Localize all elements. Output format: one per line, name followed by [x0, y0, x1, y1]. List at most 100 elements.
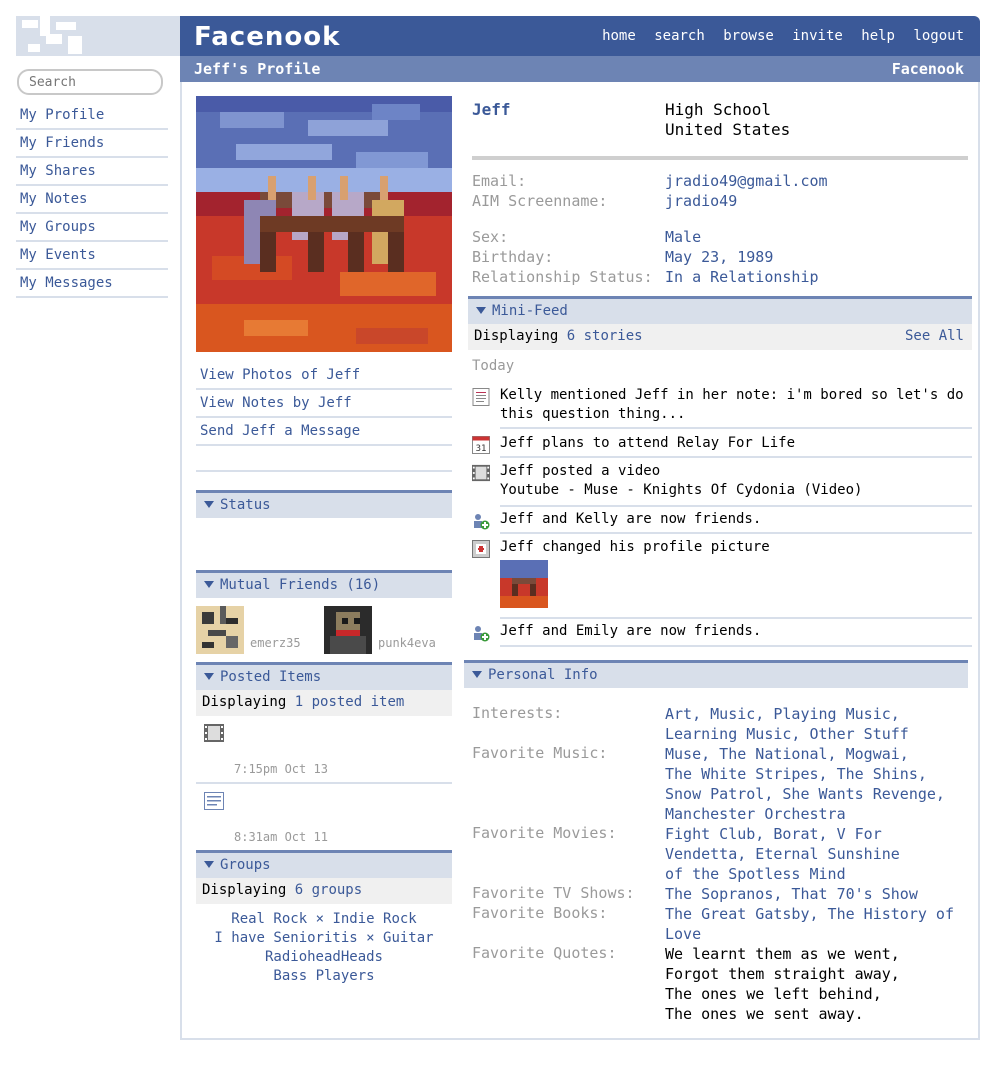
top-nav-invite[interactable]: invite	[792, 28, 843, 44]
divider	[500, 645, 972, 647]
minifeed-heading: Mini-Feed	[492, 303, 568, 319]
status-heading: Status	[220, 497, 271, 513]
email-link[interactable]: jradio49@gmail.com	[665, 172, 828, 190]
display-prefix: Displaying	[202, 882, 287, 898]
movies-line[interactable]: Fight Club, Borat, V For	[665, 824, 975, 844]
see-all-link[interactable]: See All	[905, 329, 964, 343]
group-link[interactable]: I have Senioritis	[214, 930, 357, 946]
feed-item-text: Jeff and Kelly are now friends.	[500, 511, 762, 527]
birthday-value[interactable]: May 23, 1989	[665, 248, 773, 266]
top-nav-logout[interactable]: logout	[913, 28, 964, 44]
status-box-header[interactable]: Status	[196, 490, 452, 518]
group-link[interactable]: Real Rock	[231, 911, 307, 927]
note-icon[interactable]	[204, 792, 224, 810]
music-line[interactable]: Snow Patrol, She Wants Revenge,	[665, 784, 975, 804]
divider	[500, 617, 972, 619]
friend-name[interactable]: emerz35	[250, 636, 301, 650]
movies-label: Favorite Movies:	[472, 824, 617, 842]
posted-items-header[interactable]: Posted Items	[196, 662, 452, 690]
books-label: Favorite Books:	[472, 904, 608, 922]
film-icon[interactable]	[204, 724, 224, 742]
minifeed-count-link[interactable]: 6 stories	[567, 328, 643, 344]
divider	[196, 782, 452, 784]
movies-line[interactable]: of the Spotless Mind	[665, 864, 975, 884]
groups-heading: Groups	[220, 857, 271, 873]
relationship-value[interactable]: In a Relationship	[665, 268, 819, 286]
profile-picture[interactable]	[196, 96, 452, 352]
avatar[interactable]	[324, 606, 372, 654]
aim-label: AIM Screenname:	[472, 192, 608, 210]
nav-my-notes[interactable]: My Notes	[16, 186, 168, 214]
music-line[interactable]: Manchester Orchestra	[665, 804, 975, 824]
sex-value[interactable]: Male	[665, 228, 701, 246]
quote-line: We learnt them as we went,	[665, 945, 900, 963]
posted-items-count: Displaying 1 posted item	[196, 690, 452, 716]
interests-value[interactable]: Art, Music, Playing Music, Learning Musi…	[665, 704, 975, 744]
aim-link[interactable]: jradio49	[665, 192, 737, 210]
nav-my-groups[interactable]: My Groups	[16, 214, 168, 242]
books-line[interactable]: The Great Gatsby, The History of	[665, 904, 975, 924]
nav-my-profile[interactable]: My Profile	[16, 102, 168, 130]
nav-my-shares[interactable]: My Shares	[16, 158, 168, 186]
group-link[interactable]: Bass Players	[273, 968, 374, 984]
view-notes-link[interactable]: View Notes by Jeff	[196, 390, 452, 418]
sex-label: Sex:	[472, 228, 509, 246]
top-nav-browse[interactable]: browse	[723, 28, 774, 44]
friend-name[interactable]: punk4eva	[378, 636, 436, 650]
groups-header[interactable]: Groups	[196, 850, 452, 878]
books-line[interactable]: Love	[665, 924, 975, 944]
film-icon	[472, 464, 490, 482]
feed-item-text: Jeff changed his profile picture	[500, 539, 770, 555]
tv-value[interactable]: The Sopranos, That 70's Show	[665, 884, 975, 904]
nav-my-messages[interactable]: My Messages	[16, 270, 168, 298]
send-message-link[interactable]: Send Jeff a Message	[196, 418, 452, 446]
group-link[interactable]: Guitar	[383, 930, 434, 946]
feed-item-line: Jeff posted a video	[500, 463, 661, 479]
network-line: High School	[665, 100, 771, 119]
top-nav-help[interactable]: help	[861, 28, 895, 44]
search-input[interactable]	[17, 69, 163, 95]
posted-items-count-link[interactable]: 1 posted item	[295, 694, 405, 710]
collapse-triangle-icon	[476, 307, 486, 314]
personal-info-box: Personal Info	[464, 660, 968, 688]
music-value: Muse, The National, Mogwai, The White St…	[665, 744, 975, 824]
groups-count-link[interactable]: 6 groups	[295, 882, 362, 898]
mutual-friend[interactable]: emerz35	[196, 606, 301, 654]
display-prefix: Displaying	[202, 694, 287, 710]
music-line[interactable]: Muse, The National, Mogwai,	[665, 744, 975, 764]
profile-picture-thumbnail[interactable]	[500, 560, 548, 608]
group-link[interactable]: RadioheadHeads	[265, 949, 383, 965]
nav-my-friends[interactable]: My Friends	[16, 130, 168, 158]
divider	[472, 156, 968, 160]
groups-count: Displaying 6 groups	[196, 878, 452, 904]
view-photos-link[interactable]: View Photos of Jeff	[196, 362, 452, 390]
top-nav-search[interactable]: search	[654, 28, 705, 44]
collapse-triangle-icon	[204, 581, 214, 588]
top-nav-home[interactable]: home	[602, 28, 636, 44]
personal-info-heading: Personal Info	[488, 667, 598, 683]
top-bar: Facenook home search browse invite help …	[180, 16, 980, 56]
movies-line[interactable]: Vendetta, Eternal Sunshine	[665, 844, 975, 864]
mutual-friend[interactable]: punk4eva	[324, 606, 436, 654]
nav-my-events[interactable]: My Events	[16, 242, 168, 270]
mutual-friends-header[interactable]: Mutual Friends (16)	[196, 570, 452, 598]
site-logo[interactable]	[16, 16, 180, 56]
collapse-triangle-icon	[204, 501, 214, 508]
divider	[196, 446, 452, 472]
brand-title[interactable]: Facenook	[194, 22, 340, 52]
sub-header: Jeff's Profile Facenook	[180, 56, 980, 82]
group-line: I have Senioritis × Guitar	[196, 929, 452, 948]
minifeed-count: Displaying 6 stories See All	[468, 324, 972, 350]
personal-info-header[interactable]: Personal Info	[464, 660, 968, 688]
page-title: Jeff's Profile	[194, 60, 321, 78]
music-line[interactable]: The White Stripes, The Shins,	[665, 764, 975, 784]
avatar[interactable]	[196, 606, 244, 654]
minifeed-header[interactable]: Mini-Feed	[468, 296, 972, 324]
minifeed-day: Today	[472, 358, 515, 374]
friends-icon	[474, 626, 490, 642]
movies-value: Fight Club, Borat, V For Vendetta, Etern…	[665, 824, 975, 884]
left-nav: My Profile My Friends My Shares My Notes…	[16, 102, 168, 298]
group-link[interactable]: Indie Rock	[332, 911, 416, 927]
display-prefix: Displaying	[474, 328, 559, 344]
friends-icon	[474, 514, 490, 530]
